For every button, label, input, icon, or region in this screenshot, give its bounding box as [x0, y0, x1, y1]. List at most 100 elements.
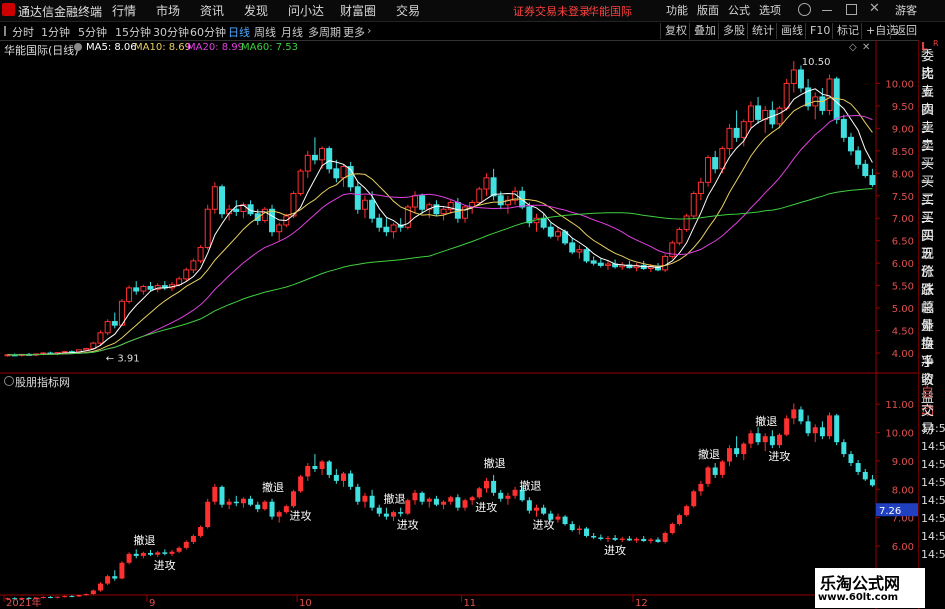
candle-body [697, 181, 704, 195]
candle-body [147, 286, 154, 290]
help-icon[interactable] [798, 3, 811, 16]
sub-bar [726, 448, 732, 462]
sub-bar [748, 433, 754, 444]
sub-bar [476, 488, 482, 498]
menu-quotes[interactable]: 行情 [112, 2, 136, 19]
menu-trade[interactable]: 交易 [396, 2, 420, 19]
indicator-settings-icon[interactable] [4, 376, 14, 386]
candle-body [497, 195, 504, 206]
candle-body [755, 105, 762, 120]
menu-formula[interactable]: 公式 [728, 2, 750, 18]
tab-5min[interactable]: 5分钟 [78, 24, 107, 40]
menu-options[interactable]: 选项 [759, 2, 781, 18]
high-price-label: 10.50 [802, 57, 831, 68]
sub-bar [619, 538, 625, 540]
menu-market[interactable]: 市场 [156, 2, 180, 19]
candle-body [311, 154, 318, 161]
sub-bar [355, 486, 361, 502]
sub-bar [705, 467, 711, 484]
menu-ask[interactable]: 问小达 [288, 2, 324, 19]
tab-intraday[interactable]: 分时 [12, 24, 34, 40]
retreat-label: 撤退 [755, 414, 777, 428]
candle-body [304, 154, 311, 172]
y-tick-label: 5.50 [892, 282, 914, 293]
tab-1min[interactable]: 1分钟 [41, 24, 70, 40]
tab-more[interactable]: 更多 [343, 24, 365, 40]
tab-60min[interactable]: 60分钟 [190, 24, 226, 40]
sub-bar [269, 501, 275, 517]
x-tick-label: 11 [463, 598, 476, 609]
mark-button[interactable]: 标记 [832, 23, 863, 39]
y-tick-label: 4.50 [892, 327, 914, 338]
retreat-label: 撤退 [519, 478, 541, 492]
sub-bar [76, 594, 82, 597]
sub-bar [676, 515, 682, 525]
sub-bar [662, 532, 668, 542]
candle-body [483, 177, 490, 190]
back-button[interactable]: 返回 [890, 23, 921, 39]
retreat-label: 撤退 [133, 533, 155, 547]
tab-multi-period[interactable]: 多周期 [308, 24, 341, 40]
sub-bar [133, 553, 139, 556]
sub-bar [634, 538, 640, 541]
sub-bar [312, 466, 318, 469]
candle-body [590, 260, 597, 264]
sub-bar [233, 501, 239, 504]
candle-body [126, 287, 133, 302]
sub-bar [112, 576, 118, 579]
close-icon[interactable]: ✕ [869, 1, 880, 16]
panel-time: 14:56 [921, 440, 945, 453]
stats-button[interactable]: 统计 [747, 23, 778, 39]
chart-area[interactable]: 10.00 9.50 9.00 8.50 8.00 7.50 7.00 6.50 6.00 5.5… [0, 40, 918, 609]
sub-bar [669, 524, 675, 533]
candle-body [583, 249, 590, 262]
overlay-button[interactable]: 叠加 [689, 23, 720, 39]
y-tick-label: 6.50 [892, 237, 914, 248]
menu-function[interactable]: 功能 [666, 2, 688, 18]
sub-bar [155, 552, 161, 555]
sub-bar [40, 597, 46, 599]
sub-bar [290, 491, 296, 507]
drag-handle-icon [4, 26, 12, 36]
menu-layout[interactable]: 版面 [697, 2, 719, 18]
sub-bar [777, 434, 783, 446]
y-tick-label: 6.00 [892, 259, 914, 270]
attack-label: 进攻 [397, 518, 419, 532]
sub-bar [448, 497, 454, 502]
sub-bar [769, 436, 775, 446]
watermark: 乐淘公式网 www.60lt.com [815, 568, 925, 608]
tab-30min[interactable]: 30分钟 [153, 24, 189, 40]
tab-daily[interactable]: 日线 [228, 24, 250, 40]
candle-body [197, 246, 204, 262]
menu-news[interactable]: 资讯 [200, 2, 224, 19]
sub-bar [491, 480, 497, 493]
f10-button[interactable]: F10 [805, 23, 834, 39]
tab-15min[interactable]: 15分钟 [115, 24, 151, 40]
indicator-title: 股朋指标网 [15, 376, 70, 389]
tab-monthly[interactable]: 月线 [281, 24, 303, 40]
candle-body [383, 226, 390, 233]
tab-weekly[interactable]: 周线 [254, 24, 276, 40]
sub-bar [712, 467, 718, 475]
candle-body [840, 118, 847, 138]
sub-bar [283, 506, 289, 513]
sub-bar [140, 552, 146, 556]
draw-button[interactable]: 画线 [776, 23, 807, 39]
multi-stock-button[interactable]: 多股 [718, 23, 749, 39]
adjust-button[interactable]: 复权 [660, 23, 691, 39]
guest-label[interactable]: 游客 [895, 2, 917, 18]
chevron-right-icon[interactable]: › [367, 24, 371, 37]
menu-discover[interactable]: 发现 [244, 2, 268, 19]
sub-bar [741, 443, 747, 455]
login-warning[interactable]: 证券交易未登录 [513, 3, 590, 19]
candle-body [712, 157, 719, 170]
candle-body [390, 224, 397, 233]
menu-wealth[interactable]: 财富圈 [340, 2, 376, 19]
minimize-icon[interactable] [822, 10, 832, 11]
sub-bar [869, 479, 875, 486]
x-tick-label: 10 [299, 598, 312, 609]
sub-bar [512, 489, 518, 496]
maximize-icon[interactable] [846, 4, 857, 15]
candle-body [140, 286, 147, 292]
panel-time: 14:56 [921, 476, 945, 489]
